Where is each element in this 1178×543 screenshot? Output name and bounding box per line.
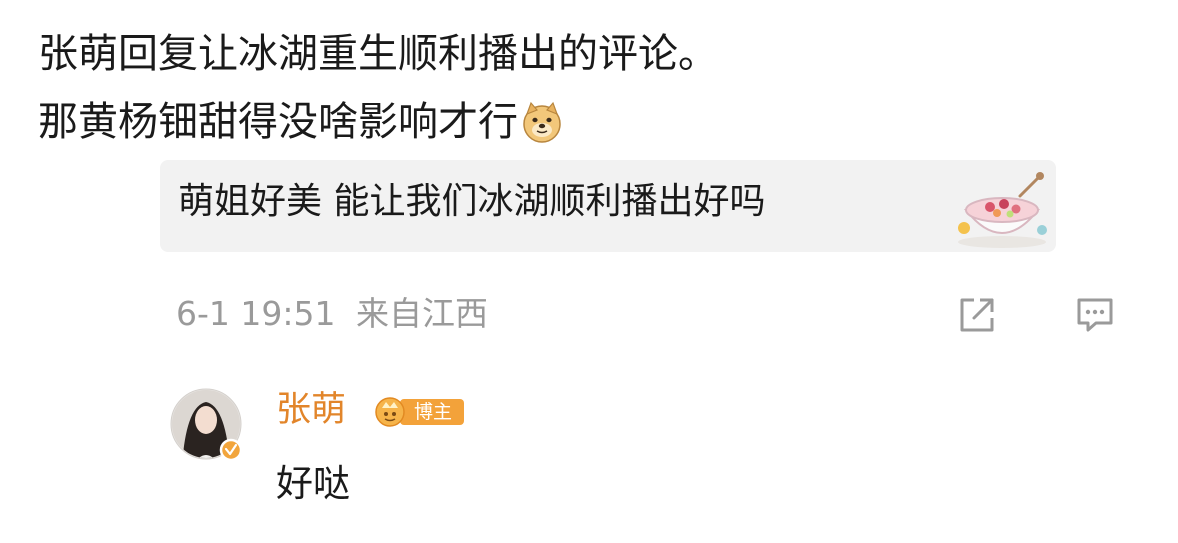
comment-meta: 6-1 19:51 来自江西 xyxy=(176,292,488,336)
avatar[interactable] xyxy=(170,388,248,466)
comment-icon[interactable] xyxy=(1074,294,1116,336)
comment-timestamp: 6-1 19:51 xyxy=(176,294,336,333)
caption-line-2-text: 那黄杨钿甜得没啥影响才行 xyxy=(38,99,518,145)
reply-text: 好哒 xyxy=(276,462,350,505)
share-icon[interactable] xyxy=(956,294,998,336)
quoted-comment-bubble[interactable]: 萌姐好美 能让我们冰湖顺利播出好吗 xyxy=(160,160,1056,252)
comment-location: 来自江西 xyxy=(356,294,488,333)
blogger-badge-label: 博主 xyxy=(414,401,453,423)
caption-line-1: 张萌回复让冰湖重生顺利播出的评论。 xyxy=(38,31,718,77)
screenshot: 张萌回复让冰湖重生顺利播出的评论。 那黄杨钿甜得没啥影响才行 萌姐好美 能让我们… xyxy=(0,0,1178,543)
caption-line-2: 那黄杨钿甜得没啥影响才行 xyxy=(38,96,564,148)
quoted-comment-text: 萌姐好美 能让我们冰湖顺利播出好吗 xyxy=(178,181,766,222)
reply-author-name[interactable]: 张萌 xyxy=(276,386,346,434)
dessert-bowl-sticker-icon xyxy=(958,172,1047,248)
doge-emoji-icon xyxy=(523,101,561,143)
